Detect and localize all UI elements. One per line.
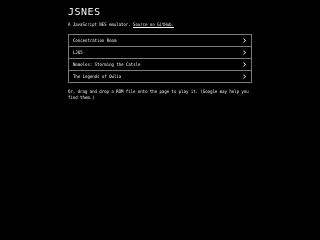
rom-list-item-label: Nomolos: Storming the Catsle <box>73 62 141 67</box>
rom-list-item-label: Concentration Room <box>73 38 117 43</box>
rom-list-item-nomolos[interactable]: Nomolos: Storming the Catsle <box>69 58 251 70</box>
chevron-right-icon <box>243 74 246 79</box>
rom-list-item-label: LJ65 <box>73 50 83 55</box>
chevron-right-icon <box>243 38 246 43</box>
rom-list-item-concentration-room[interactable]: Concentration Room <box>69 35 251 46</box>
github-source-link[interactable]: Source on GitHub. <box>133 22 174 27</box>
page: JSNES A JavaScript NES emulator. Source … <box>0 0 320 240</box>
drag-drop-hint: Or, drag and drop a ROM file onto the pa… <box>68 89 249 100</box>
tagline-text: A JavaScript NES emulator. <box>68 22 131 27</box>
page-title: JSNES <box>68 7 101 18</box>
tagline: A JavaScript NES emulator. Source on Git… <box>68 22 174 28</box>
rom-list-item-lj65[interactable]: LJ65 <box>69 46 251 58</box>
chevron-right-icon <box>243 62 246 67</box>
rom-list: Concentration Room LJ65 Nomolos: Stormin… <box>68 34 252 83</box>
rom-list-item-legends-of-owlia[interactable]: The Legends of Owlia <box>69 70 251 82</box>
rom-list-item-label: The Legends of Owlia <box>73 74 122 79</box>
chevron-right-icon <box>243 50 246 55</box>
